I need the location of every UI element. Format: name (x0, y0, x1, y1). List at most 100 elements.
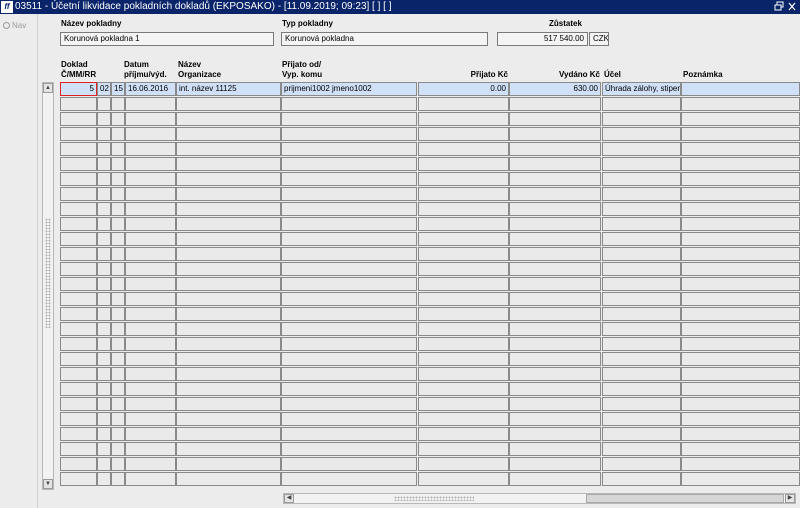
cell-mesic[interactable] (97, 277, 111, 291)
scrollbar-grip[interactable] (45, 218, 51, 328)
cell-datum[interactable] (125, 397, 176, 411)
cell-rok[interactable] (111, 112, 125, 126)
cell-cislo[interactable] (60, 427, 97, 441)
table-row[interactable] (60, 457, 800, 472)
cell-cislo[interactable] (60, 232, 97, 246)
cell-organizace[interactable] (176, 382, 281, 396)
cell-mesic[interactable] (97, 202, 111, 216)
table-row[interactable] (60, 202, 800, 217)
zustatek-field[interactable]: 517 540.00 (497, 32, 588, 46)
cell-vydano[interactable] (509, 367, 601, 381)
cell-poznamka[interactable] (681, 187, 800, 201)
cell-prijato[interactable] (418, 322, 509, 336)
cell-ucel[interactable] (602, 412, 681, 426)
cell-mesic[interactable] (97, 397, 111, 411)
cell-ucel[interactable] (602, 367, 681, 381)
cell-cislo[interactable] (60, 202, 97, 216)
cell-ucel[interactable] (602, 352, 681, 366)
cell-vydano[interactable] (509, 352, 601, 366)
cell-rok[interactable] (111, 142, 125, 156)
cell-ucel[interactable] (602, 112, 681, 126)
cell-komu[interactable] (281, 202, 417, 216)
nav-button[interactable]: Nav (3, 21, 26, 30)
cell-vydano[interactable]: 630.00 (509, 82, 601, 96)
cell-poznamka[interactable] (681, 427, 800, 441)
table-row[interactable] (60, 397, 800, 412)
cell-cislo[interactable] (60, 172, 97, 186)
cell-vydano[interactable] (509, 187, 601, 201)
cell-poznamka[interactable] (681, 127, 800, 141)
cell-datum[interactable] (125, 307, 176, 321)
cell-poznamka[interactable] (681, 322, 800, 336)
cell-datum[interactable] (125, 382, 176, 396)
cell-komu[interactable] (281, 172, 417, 186)
table-row[interactable] (60, 277, 800, 292)
cell-poznamka[interactable] (681, 142, 800, 156)
cell-poznamka[interactable] (681, 262, 800, 276)
mena-field[interactable]: CZK (589, 32, 609, 46)
cell-komu[interactable] (281, 277, 417, 291)
cell-prijato[interactable] (418, 427, 509, 441)
cell-datum[interactable] (125, 472, 176, 486)
scroll-down-icon[interactable]: ▼ (43, 479, 53, 489)
cell-vydano[interactable] (509, 292, 601, 306)
cell-poznamka[interactable] (681, 82, 800, 96)
cell-komu[interactable] (281, 142, 417, 156)
cell-prijato[interactable] (418, 277, 509, 291)
cell-rok[interactable] (111, 457, 125, 471)
table-row[interactable] (60, 292, 800, 307)
cell-prijato[interactable] (418, 412, 509, 426)
cell-prijato[interactable] (418, 187, 509, 201)
cell-vydano[interactable] (509, 157, 601, 171)
cell-datum[interactable] (125, 172, 176, 186)
cell-komu[interactable] (281, 412, 417, 426)
cell-organizace[interactable] (176, 442, 281, 456)
cell-komu[interactable] (281, 127, 417, 141)
cell-poznamka[interactable] (681, 292, 800, 306)
scroll-up-icon[interactable]: ▲ (43, 83, 53, 93)
cell-organizace[interactable] (176, 172, 281, 186)
cell-mesic[interactable] (97, 247, 111, 261)
cell-cislo[interactable] (60, 367, 97, 381)
cell-organizace[interactable] (176, 322, 281, 336)
cell-organizace[interactable] (176, 277, 281, 291)
table-row[interactable] (60, 352, 800, 367)
cell-organizace[interactable] (176, 187, 281, 201)
cell-organizace[interactable] (176, 112, 281, 126)
cell-organizace[interactable] (176, 97, 281, 111)
cell-rok[interactable] (111, 217, 125, 231)
cell-organizace[interactable] (176, 292, 281, 306)
cell-cislo[interactable] (60, 247, 97, 261)
cell-komu[interactable] (281, 337, 417, 351)
cell-mesic[interactable] (97, 322, 111, 336)
cell-datum[interactable] (125, 367, 176, 381)
cell-datum[interactable] (125, 277, 176, 291)
cell-ucel[interactable] (602, 232, 681, 246)
cell-rok[interactable] (111, 412, 125, 426)
cell-organizace[interactable] (176, 127, 281, 141)
cell-rok[interactable] (111, 247, 125, 261)
table-row[interactable] (60, 217, 800, 232)
cell-rok[interactable] (111, 382, 125, 396)
cell-organizace[interactable] (176, 472, 281, 486)
cell-vydano[interactable] (509, 127, 601, 141)
cell-datum[interactable] (125, 412, 176, 426)
cell-ucel[interactable] (602, 142, 681, 156)
hscroll-grip[interactable] (394, 496, 474, 501)
cell-vydano[interactable] (509, 307, 601, 321)
cell-poznamka[interactable] (681, 277, 800, 291)
cell-datum[interactable] (125, 157, 176, 171)
cell-vydano[interactable] (509, 397, 601, 411)
cell-datum[interactable] (125, 292, 176, 306)
cell-mesic[interactable] (97, 97, 111, 111)
table-row[interactable] (60, 247, 800, 262)
cell-rok[interactable] (111, 277, 125, 291)
cell-vydano[interactable] (509, 262, 601, 276)
cell-rok[interactable] (111, 232, 125, 246)
cell-datum[interactable] (125, 247, 176, 261)
cell-organizace[interactable] (176, 307, 281, 321)
cell-prijato[interactable] (418, 457, 509, 471)
cell-datum[interactable] (125, 322, 176, 336)
cell-rok[interactable] (111, 352, 125, 366)
table-row[interactable]: 5 02 15 16.06.2016 int. název 11125 prijmeni1… (60, 82, 800, 97)
